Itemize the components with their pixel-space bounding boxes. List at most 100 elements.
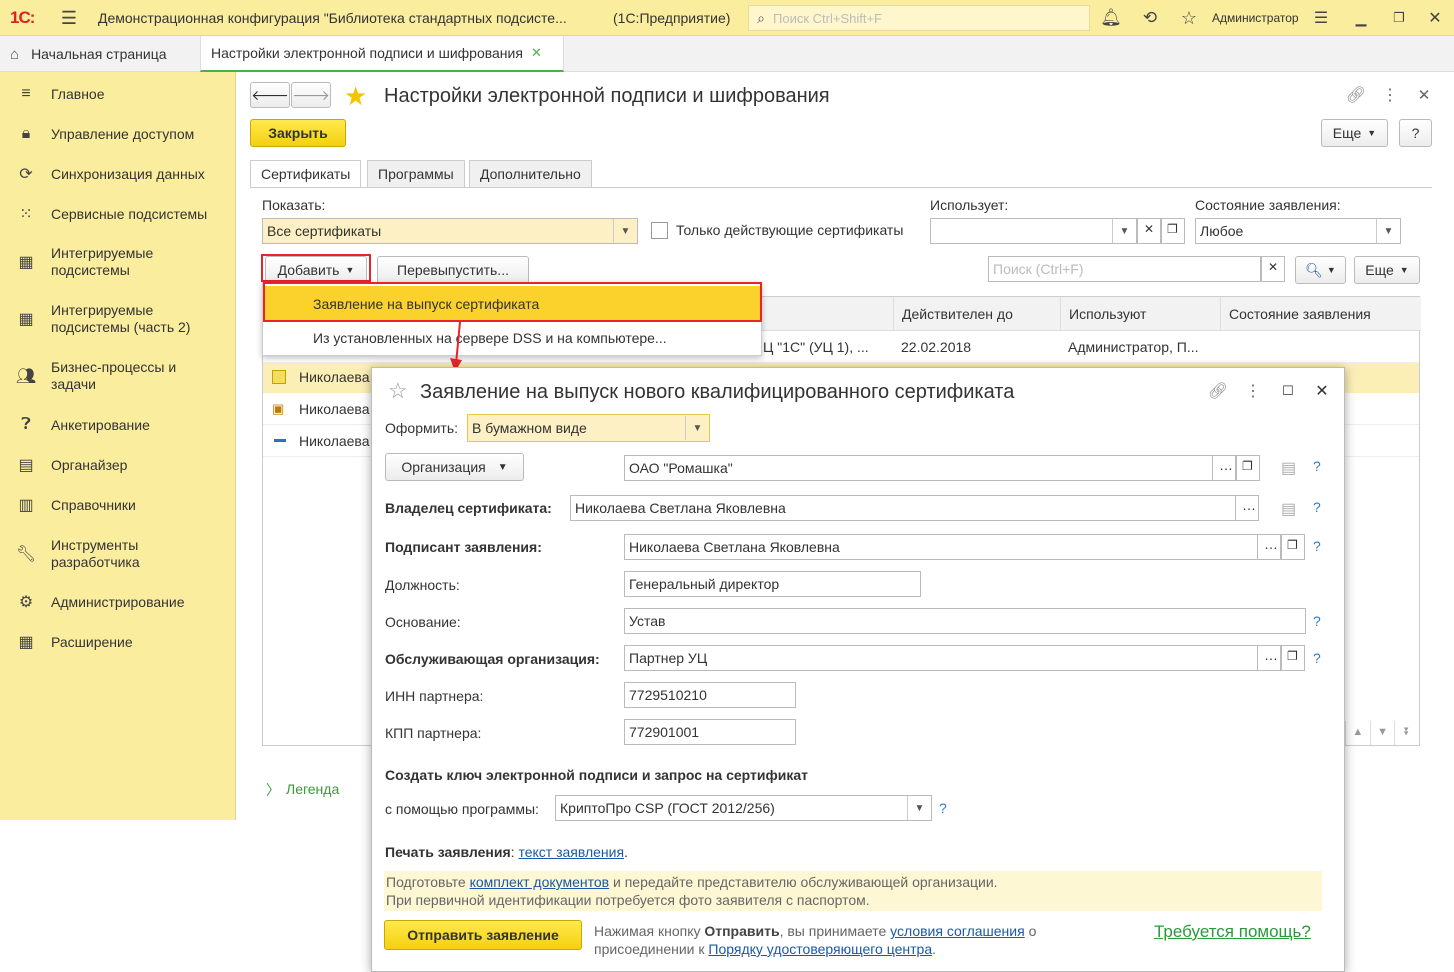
owner-field[interactable]: Николаева Светлана Яковлевна (570, 495, 1236, 521)
help-question-icon[interactable]: ? (939, 800, 947, 816)
document-icon[interactable]: ▤ (1281, 499, 1296, 519)
sidebar-item-access[interactable]: 🔒︎ Управление доступом (0, 124, 236, 144)
global-search-input[interactable]: ⌕ Поиск Ctrl+Shift+F (748, 5, 1090, 31)
close-tab-icon[interactable]: ✕ (531, 45, 542, 61)
organization-open-button[interactable]: ❐ (1236, 455, 1260, 481)
column-header-state[interactable]: Состояние заявления (1220, 297, 1421, 331)
scroll-buttons[interactable]: ▲ ▼ ⏬︎ (1345, 721, 1419, 745)
help-button[interactable]: ? (1399, 119, 1432, 147)
sidebar-item-survey[interactable]: ❓︎ Анкетирование (0, 415, 236, 435)
chevron-right-icon[interactable]: 〉 (266, 780, 280, 800)
column-header-users[interactable]: Используют (1060, 297, 1220, 331)
service-org-field[interactable]: Партнер УЦ (624, 645, 1258, 671)
more-actions-icon[interactable]: ⋮ (1243, 381, 1263, 401)
service-org-select-button[interactable]: … (1257, 645, 1281, 671)
menu-item-from-dss[interactable]: Из установленных на сервере DSS и на ком… (265, 323, 761, 355)
help-question-icon[interactable]: ? (1313, 499, 1321, 515)
sidebar-item-integrated[interactable]: ▦ Интегрируемые подсистемы (0, 244, 236, 280)
sidebar-item-main[interactable]: ≡ Главное (0, 84, 236, 104)
restore-icon[interactable]: ❐ (1388, 7, 1410, 29)
list-more-button[interactable]: Еще ▼ (1354, 256, 1420, 284)
organization-button[interactable]: Организация ▼ (385, 453, 524, 481)
service-org-open-button[interactable]: ❐ (1281, 645, 1305, 671)
sidebar-item-catalogs[interactable]: ▥ Справочники (0, 495, 236, 515)
organization-field[interactable]: ОАО "Ромашка" (624, 455, 1213, 481)
signer-field[interactable]: Николаева Светлана Яковлевна (624, 534, 1258, 560)
ca-procedure-link[interactable]: Порядку удостоверяющего центра (708, 941, 932, 957)
agreement-terms-link[interactable]: условия соглашения (890, 923, 1025, 939)
close-button[interactable]: Закрыть (250, 119, 346, 147)
kpp-field[interactable]: 772901001 (624, 719, 796, 745)
tab-additional[interactable]: Дополнительно (469, 160, 592, 188)
tab-home-label: Начальная страница (31, 46, 167, 62)
help-question-icon[interactable]: ? (1313, 613, 1321, 629)
tab-programs[interactable]: Программы (367, 160, 465, 188)
help-question-icon[interactable]: ? (1313, 650, 1321, 666)
sidebar-item-devtools[interactable]: 🔧︎ Инструменты разработчика (0, 536, 236, 572)
close-form-icon[interactable]: ✕ (1414, 85, 1434, 105)
sidebar-item-bp[interactable]: 👥︎ Бизнес-процессы и задачи (0, 358, 236, 394)
hint-text: и передайте представителю обслуживающей … (609, 874, 998, 890)
sidebar-item-extension[interactable]: ▦ Расширение (0, 632, 236, 652)
only-valid-checkbox[interactable] (651, 222, 668, 239)
open-uses-button[interactable]: ❐ (1161, 218, 1185, 244)
program-select[interactable]: КриптоПро CSP (ГОСТ 2012/256) ▼ (555, 795, 932, 821)
sidebar-item-admin[interactable]: ⚙ Администрирование (0, 592, 236, 612)
back-button[interactable]: 🡐 (250, 82, 290, 108)
sidebar-item-organizer[interactable]: ▤ Органайзер (0, 455, 236, 475)
owner-select-button[interactable]: … (1235, 495, 1259, 521)
sidebar-item-integrated-2[interactable]: ▦ Интегрируемые подсистемы (часть 2) (0, 301, 236, 337)
help-question-icon[interactable]: ? (1313, 538, 1321, 554)
list-search-input[interactable]: Поиск (Ctrl+F) (988, 256, 1261, 282)
column-header-valid-to[interactable]: Действителен до (893, 297, 1060, 331)
scroll-down-icon[interactable]: ▼ (1369, 721, 1395, 745)
forward-button[interactable]: 🡒 (291, 82, 331, 108)
signer-open-button[interactable]: ❐ (1281, 534, 1305, 560)
sidebar-item-sync[interactable]: ⟳ Синхронизация данных (0, 164, 236, 184)
minimize-icon[interactable]: ▁ (1350, 7, 1372, 29)
tab-certificates[interactable]: Сертификаты (250, 160, 362, 188)
legend-link[interactable]: Легенда (286, 781, 339, 797)
inn-field[interactable]: 7729510210 (624, 682, 796, 708)
maximize-icon[interactable]: ☐ (1278, 381, 1298, 401)
scroll-up-icon[interactable]: ▲ (1345, 721, 1370, 745)
tab-signature-settings[interactable]: Настройки электронной подписи и шифрован… (200, 36, 564, 72)
sidebar-item-service[interactable]: ⁙ Сервисные подсистемы (0, 204, 236, 224)
app-logo[interactable]: 1С: (10, 8, 35, 28)
reissue-button[interactable]: Перевыпустить... (377, 256, 529, 284)
clear-search-button[interactable]: ✕ (1261, 256, 1285, 282)
uses-select[interactable]: ▼ (930, 218, 1137, 244)
close-dialog-icon[interactable]: ✕ (1312, 381, 1332, 401)
more-button[interactable]: Еще ▼ (1321, 119, 1388, 147)
bell-icon[interactable]: 🔔︎ (1100, 7, 1122, 29)
documents-link[interactable]: комплект документов (470, 874, 610, 890)
need-help-link[interactable]: Требуется помощь? (1154, 922, 1311, 942)
organization-select-button[interactable]: … (1212, 455, 1236, 481)
format-select[interactable]: В бумажном виде ▼ (467, 414, 710, 442)
help-question-icon[interactable]: ? (1313, 458, 1321, 474)
favorite-star-icon[interactable]: ☆ (388, 378, 408, 404)
find-button[interactable]: 🔍︎ ▼ (1295, 256, 1346, 284)
favorite-star-icon[interactable]: ★ (344, 82, 367, 110)
favorites-icon[interactable]: ☆ (1178, 7, 1200, 29)
history-icon[interactable]: ⟲ (1139, 7, 1161, 29)
basis-field[interactable]: Устав (624, 608, 1306, 634)
print-request-link[interactable]: текст заявления (518, 844, 624, 860)
scroll-end-icon[interactable]: ⏬︎ (1394, 721, 1419, 745)
link-icon[interactable]: 🔗︎ (1208, 381, 1228, 401)
settings-icon[interactable]: ☰ (1310, 7, 1332, 29)
basis-label: Основание: (385, 614, 461, 630)
state-select[interactable]: Любое ▼ (1195, 218, 1401, 244)
more-actions-icon[interactable]: ⋮ (1380, 85, 1400, 105)
show-select[interactable]: Все сертификаты ▼ (262, 218, 638, 244)
document-icon[interactable]: ▤ (1281, 458, 1296, 478)
position-field[interactable]: Генеральный директор (624, 571, 921, 597)
menu-icon[interactable]: ☰ (58, 8, 80, 28)
close-window-icon[interactable]: ✕ (1424, 7, 1446, 29)
clear-uses-button[interactable]: ✕ (1137, 218, 1161, 244)
link-icon[interactable]: 🔗︎ (1346, 85, 1366, 105)
tab-home[interactable]: ⌂ Начальная страница (0, 36, 198, 72)
signer-select-button[interactable]: … (1257, 534, 1281, 560)
send-request-button[interactable]: Отправить заявление (384, 920, 582, 950)
current-user[interactable]: Администратор (1212, 11, 1299, 25)
